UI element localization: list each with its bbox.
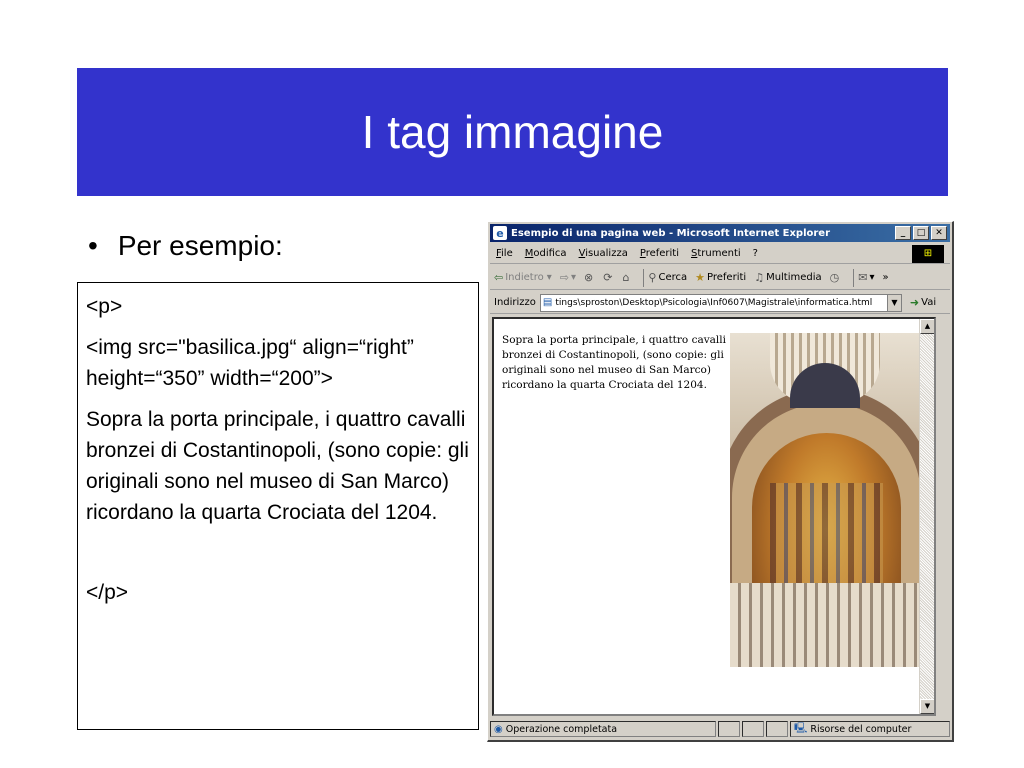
- menu-modifica[interactable]: Modifica: [525, 248, 567, 259]
- go-arrow-icon: ➜: [909, 296, 920, 309]
- media-button[interactable]: ♫ Multimedia: [754, 271, 821, 284]
- page-paragraph: Sopra la porta principale, i quattro cav…: [502, 334, 726, 391]
- home-icon: ⌂: [622, 271, 630, 284]
- search-button[interactable]: ⚲ Cerca: [648, 271, 687, 284]
- close-button[interactable]: ✕: [931, 226, 947, 240]
- refresh-button[interactable]: ⟳: [603, 271, 614, 284]
- favorites-icon: ★: [695, 271, 706, 284]
- chevron-down-icon: ▾: [869, 272, 875, 283]
- page-done-icon: ◉: [494, 723, 503, 735]
- slide-title-bar: I tag immagine: [77, 68, 948, 196]
- chevron-down-icon: ▾: [570, 272, 576, 283]
- refresh-icon: ⟳: [603, 271, 613, 284]
- slide-title: I tag immagine: [361, 106, 664, 158]
- status-cell: [766, 721, 788, 737]
- code-line-close-p: </p>: [86, 581, 129, 604]
- status-cell: [718, 721, 740, 737]
- go-label: Vai: [921, 297, 937, 308]
- browser-titlebar[interactable]: e Esempio di una pagina web - Microsoft …: [490, 224, 950, 242]
- menu-visualizza[interactable]: Visualizza: [579, 248, 628, 259]
- back-button[interactable]: ⇦ Indietro ▾: [494, 271, 552, 284]
- bullet-text: Per esempio:: [117, 230, 283, 261]
- code-line-img-tag: <img src="basilica.jpg“ align=“right” he…: [86, 336, 414, 390]
- media-label: Multimedia: [766, 272, 822, 283]
- toolbar-separator: [853, 268, 855, 287]
- status-zone: 🖳 Risorse del computer: [790, 721, 950, 737]
- menu-help[interactable]: ?: [753, 248, 758, 259]
- code-example-box: <p> <img src="basilica.jpg“ align=“right…: [77, 282, 479, 730]
- toolbar-separator: [643, 268, 645, 287]
- search-label: Cerca: [658, 272, 688, 283]
- chevron-double-right-icon: »: [882, 272, 889, 283]
- menu-preferiti[interactable]: Preferiti: [640, 248, 679, 259]
- mail-button[interactable]: ✉ ▾: [858, 271, 874, 284]
- chevron-down-icon: ▾: [546, 272, 552, 283]
- search-icon: ⚲: [648, 271, 657, 284]
- forward-arrow-icon: ⇨: [559, 271, 569, 284]
- bullet-point: • Per esempio:: [88, 230, 283, 262]
- ie-icon: e: [493, 226, 507, 240]
- computer-icon: 🖳: [794, 722, 808, 734]
- maximize-button[interactable]: □: [913, 226, 929, 240]
- page-content: Sopra la porta principale, i quattro cav…: [492, 317, 936, 716]
- menu-bar: File Modifica Visualizza Preferiti Strum…: [490, 244, 950, 264]
- favorites-label: Preferiti: [707, 272, 747, 283]
- mail-icon: ✉: [858, 271, 868, 284]
- status-main: ◉ Operazione completata: [490, 721, 716, 737]
- history-icon: ◷: [829, 271, 840, 284]
- bullet-symbol: •: [88, 230, 98, 261]
- go-button[interactable]: ➜ Vai: [910, 296, 936, 309]
- scroll-up-button[interactable]: ▲: [920, 319, 934, 334]
- page-icon: ▤: [542, 297, 553, 308]
- home-button[interactable]: ⌂: [622, 271, 631, 284]
- back-label: Indietro: [505, 272, 544, 283]
- history-button[interactable]: ◷: [830, 271, 842, 284]
- address-label: Indirizzo: [494, 297, 536, 308]
- browser-window-title: Esempio di una pagina web - Microsoft In…: [511, 227, 831, 239]
- scroll-down-button[interactable]: ▼: [920, 699, 934, 714]
- forward-button[interactable]: ⇨ ▾: [560, 271, 576, 284]
- address-dropdown-button[interactable]: ▼: [886, 294, 901, 311]
- favorites-button[interactable]: ★ Preferiti: [695, 271, 746, 284]
- status-cell: [742, 721, 764, 737]
- stop-icon: ⊗: [584, 271, 594, 284]
- code-line-paragraph-text: Sopra la porta principale, i quattro cav…: [86, 408, 469, 524]
- back-arrow-icon: ⇦: [494, 271, 504, 284]
- status-text: Operazione completata: [505, 723, 618, 735]
- basilica-image: [730, 333, 923, 667]
- minimize-button[interactable]: _: [895, 226, 911, 240]
- menu-strumenti[interactable]: Strumenti: [691, 248, 741, 259]
- status-zone-text: Risorse del computer: [810, 723, 912, 735]
- status-bar: ◉ Operazione completata 🖳 Risorse del co…: [490, 720, 950, 738]
- menu-file[interactable]: File: [496, 248, 513, 259]
- stop-button[interactable]: ⊗: [584, 271, 595, 284]
- code-line-open-p: <p>: [86, 295, 123, 318]
- windows-logo-icon: ⊞: [912, 245, 944, 263]
- address-bar: Indirizzo ▤ tings\sproston\Desktop\Psico…: [490, 292, 950, 314]
- address-input[interactable]: ▤ tings\sproston\Desktop\Psicologia\Inf0…: [539, 293, 902, 312]
- toolbar: ⇦ Indietro ▾ ⇨ ▾ ⊗ ⟳ ⌂ ⚲ Cerca ★ Preferi…: [490, 266, 950, 290]
- toolbar-overflow-button[interactable]: »: [883, 272, 889, 283]
- address-value: tings\sproston\Desktop\Psicologia\Inf060…: [555, 297, 873, 308]
- vertical-scrollbar[interactable]: ▲ ▼: [919, 319, 934, 714]
- browser-window: e Esempio di una pagina web - Microsoft …: [487, 221, 954, 742]
- media-icon: ♫: [754, 271, 765, 284]
